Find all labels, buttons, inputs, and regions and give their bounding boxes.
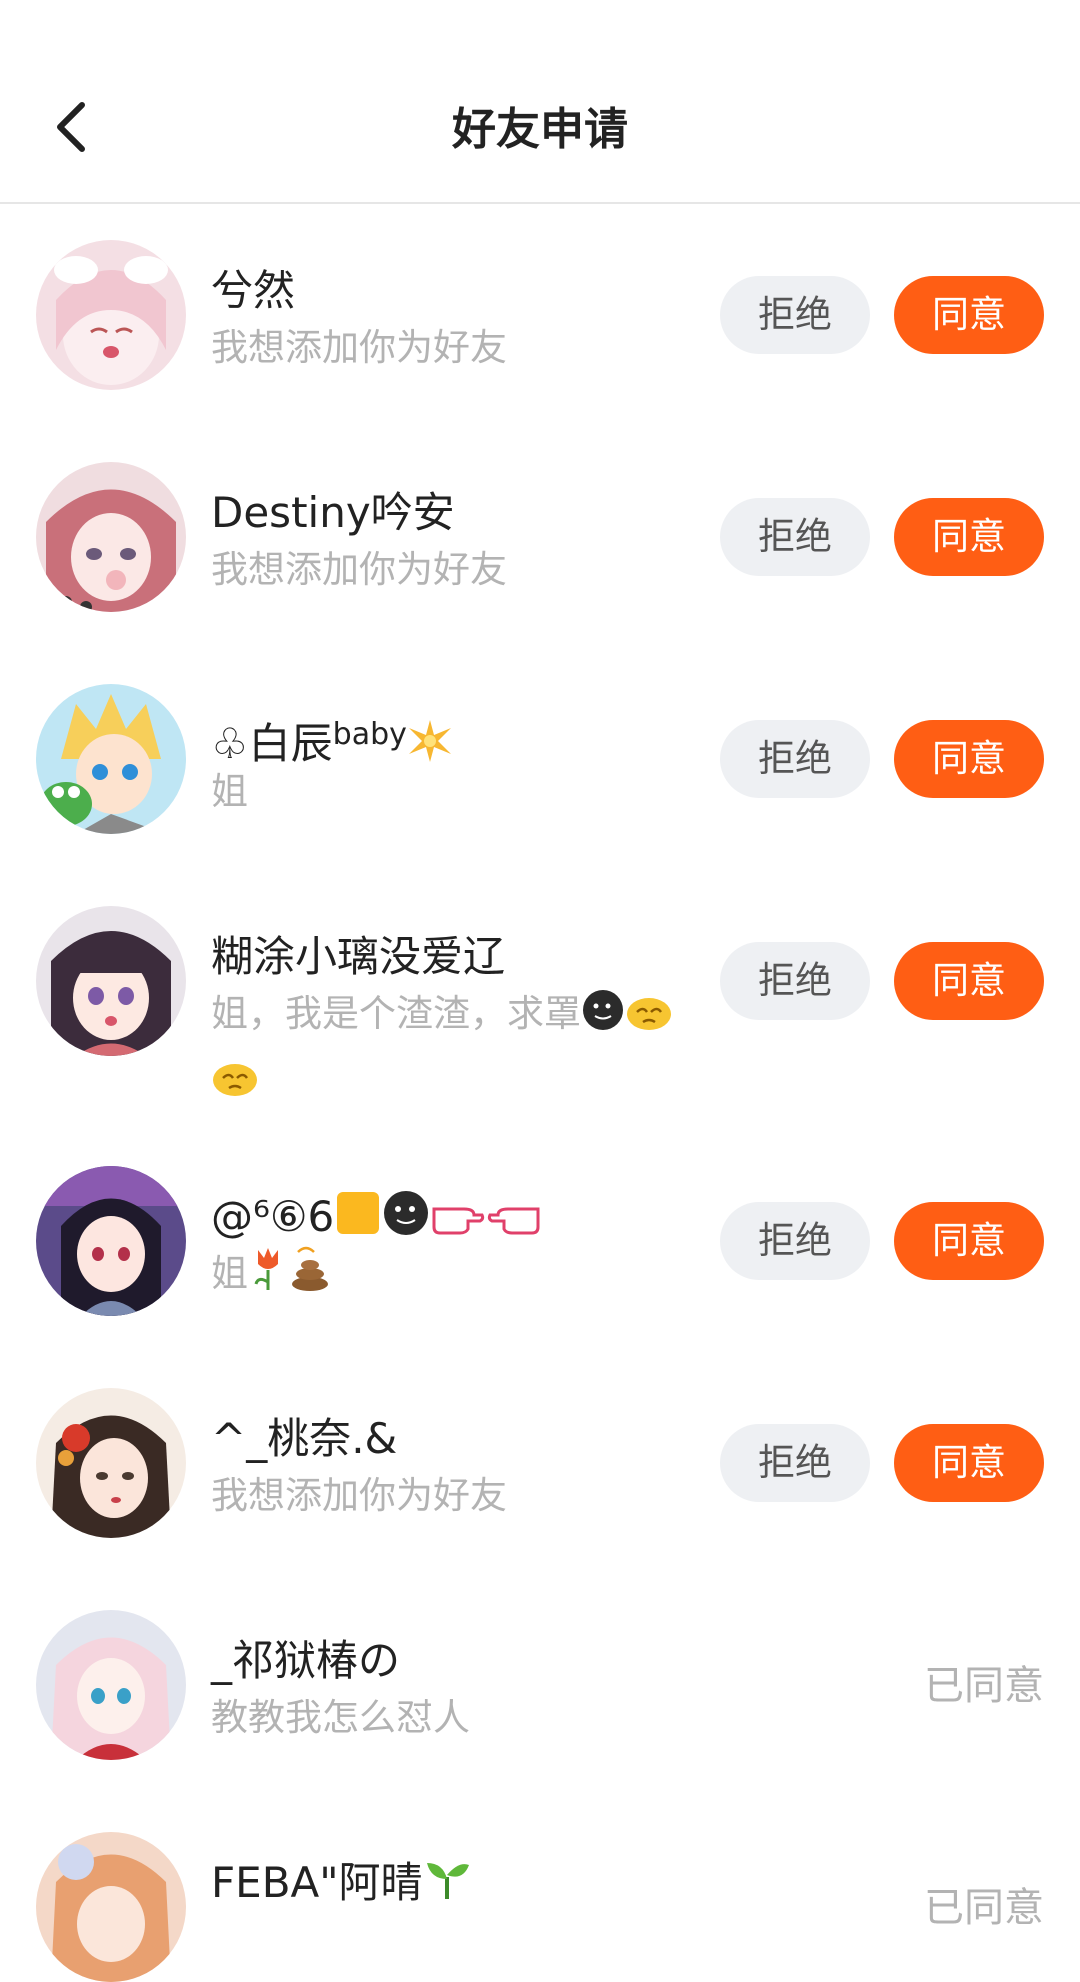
message-text: 姐 (211, 1252, 248, 1295)
moon-face-emoji (382, 1189, 430, 1252)
top-bar: 好友申请 (0, 0, 1080, 204)
request-row: 兮然 我想添加你为好友 拒绝 同意 (0, 204, 1080, 426)
requester-name: 兮然 (211, 266, 296, 315)
poop-emoji (288, 1244, 332, 1310)
status-accepted: 已同意 (924, 1885, 1044, 1931)
request-message: 姐 (211, 1244, 711, 1310)
request-message: 姐，我是个渣渣，求罩 (211, 984, 711, 1116)
reject-button[interactable]: 拒绝 (720, 720, 870, 798)
accept-button[interactable]: 同意 (894, 720, 1044, 798)
name-text: @⁶⑥6 (211, 1192, 335, 1241)
request-row: ♧白辰baby 姐 拒绝 同意 (0, 648, 1080, 870)
avatar[interactable] (36, 1610, 186, 1760)
name-superscript: baby (332, 717, 407, 752)
request-row: 糊涂小璃没爱辽 姐，我是个渣渣，求罩 拒绝 同意 (0, 870, 1080, 1130)
tulip-emoji (248, 1244, 288, 1310)
begging-hands-emoji (625, 988, 673, 1050)
moon-face-emoji (581, 988, 625, 1050)
name-text: FEBA"阿晴 (211, 1858, 423, 1907)
accept-button[interactable]: 同意 (894, 942, 1044, 1020)
request-row: _祁狱椿の 教教我怎么怼人 已同意 (0, 1574, 1080, 1796)
reject-button[interactable]: 拒绝 (720, 276, 870, 354)
request-row: @⁶⑥6 姐 拒绝 同意 (0, 1130, 1080, 1352)
avatar[interactable] (36, 1388, 186, 1538)
requester-name: FEBA"阿晴 (211, 1854, 471, 1918)
accept-button[interactable]: 同意 (894, 1424, 1044, 1502)
page-title: 好友申请 (452, 104, 628, 155)
requester-name: Destiny吟安 (211, 488, 455, 537)
reject-button[interactable]: 拒绝 (720, 942, 870, 1020)
requester-name: _祁狱椿の (211, 1636, 401, 1685)
accept-button[interactable]: 同意 (894, 498, 1044, 576)
status-accepted: 已同意 (924, 1663, 1044, 1709)
requester-name: ^_桃奈.& (211, 1414, 398, 1463)
avatar[interactable] (36, 684, 186, 834)
accept-button[interactable]: 同意 (894, 1202, 1044, 1280)
request-row: ^_桃奈.& 我想添加你为好友 拒绝 同意 (0, 1352, 1080, 1574)
request-message: 我想添加你为好友 (211, 548, 507, 591)
avatar[interactable] (36, 462, 186, 612)
seedling-emoji (423, 1855, 471, 1918)
name-text: ♧白辰 (211, 719, 333, 768)
request-row: Destiny吟安 我想添加你为好友 拒绝 同意 (0, 426, 1080, 648)
request-row: FEBA"阿晴 已同意 (0, 1796, 1080, 1982)
requester-name: 糊涂小璃没爱辽 (211, 932, 506, 981)
request-message: 我想添加你为好友 (211, 326, 507, 369)
request-message: 我想添加你为好友 (211, 1474, 507, 1517)
avatar[interactable] (36, 906, 186, 1056)
begging-hands-emoji (211, 1054, 259, 1116)
reject-button[interactable]: 拒绝 (720, 1424, 870, 1502)
requester-name: @⁶⑥6 (211, 1188, 542, 1252)
request-message: 姐 (211, 770, 248, 813)
reject-button[interactable]: 拒绝 (720, 498, 870, 576)
reject-button[interactable]: 拒绝 (720, 1202, 870, 1280)
avatar[interactable] (36, 1832, 186, 1982)
avatar[interactable] (36, 240, 186, 390)
yellow-square-emoji (334, 1189, 382, 1252)
accept-button[interactable]: 同意 (894, 276, 1044, 354)
request-message: 教教我怎么怼人 (211, 1696, 470, 1739)
message-text: 姐，我是个渣渣，求罩 (211, 992, 581, 1035)
avatar[interactable] (36, 1166, 186, 1316)
